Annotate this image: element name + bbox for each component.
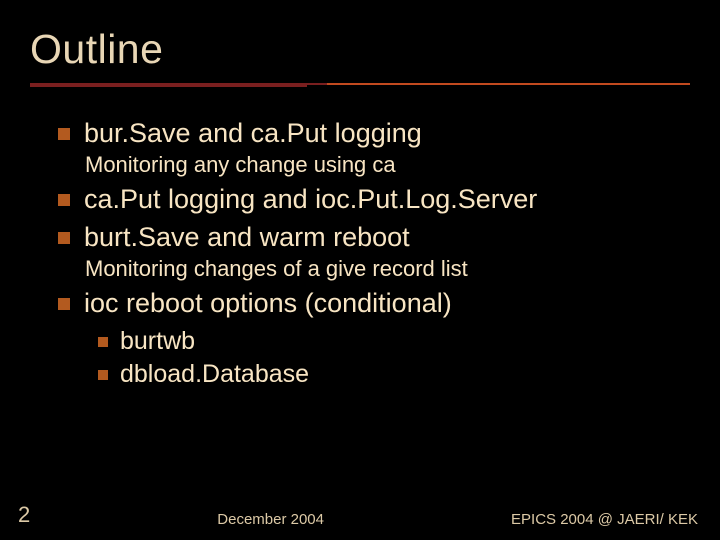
slide: Outline bur.Save and ca.Put logging Moni…: [0, 0, 720, 540]
square-bullet-icon: [98, 370, 108, 380]
square-bullet-icon: [58, 232, 70, 244]
sub-bullet-text: burtwb: [120, 326, 195, 357]
sub-bullet-text: dbload.Database: [120, 359, 309, 390]
rule-bottom: [30, 85, 307, 87]
bullet-text: ca.Put logging and ioc.Put.Log.Server: [84, 183, 537, 216]
content-area: bur.Save and ca.Put logging Monitoring a…: [30, 117, 690, 390]
bullet-item: burt.Save and warm reboot: [58, 221, 690, 254]
bullet-text: ioc reboot options (conditional): [84, 287, 452, 320]
footer-date: December 2004: [30, 511, 511, 528]
bullet-item: bur.Save and ca.Put logging: [58, 117, 690, 150]
sub-bullet-item: burtwb: [98, 326, 690, 357]
square-bullet-icon: [98, 337, 108, 347]
bullet-item: ca.Put logging and ioc.Put.Log.Server: [58, 183, 690, 216]
bullet-text: bur.Save and ca.Put logging: [84, 117, 422, 150]
page-number: 2: [18, 502, 30, 528]
sub-bullet-item: dbload.Database: [98, 359, 690, 390]
bullet-subtext: Monitoring changes of a give record list: [85, 256, 690, 282]
square-bullet-icon: [58, 298, 70, 310]
bullet-subtext: Monitoring any change using ca: [85, 152, 690, 178]
title-rule: [30, 83, 690, 89]
footer: 2 December 2004 EPICS 2004 @ JAERI/ KEK: [0, 502, 720, 528]
sub-bullet-group: burtwb dbload.Database: [98, 326, 690, 390]
slide-title: Outline: [30, 26, 690, 73]
bullet-item: ioc reboot options (conditional): [58, 287, 690, 320]
square-bullet-icon: [58, 194, 70, 206]
footer-event: EPICS 2004 @ JAERI/ KEK: [511, 511, 698, 528]
bullet-text: burt.Save and warm reboot: [84, 221, 410, 254]
square-bullet-icon: [58, 128, 70, 140]
